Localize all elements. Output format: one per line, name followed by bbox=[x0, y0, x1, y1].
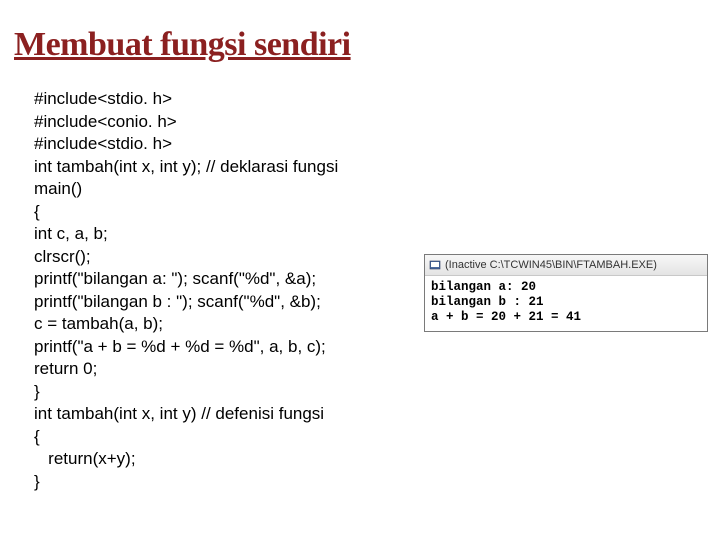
code-line: c = tambah(a, b); bbox=[34, 314, 163, 333]
code-line: } bbox=[34, 472, 40, 491]
terminal-output: bilangan a: 20 bilangan b : 21 a + b = 2… bbox=[425, 276, 707, 331]
code-line: printf("bilangan a: "); scanf("%d", &a); bbox=[34, 269, 316, 288]
code-line: } bbox=[34, 382, 40, 401]
code-line: clrscr(); bbox=[34, 247, 91, 266]
code-line: int tambah(int x, int y); // deklarasi f… bbox=[34, 157, 338, 176]
terminal-caption: (Inactive C:\TCWIN45\BIN\FTAMBAH.EXE) bbox=[445, 259, 657, 271]
code-line: #include<stdio. h> bbox=[34, 89, 172, 108]
slide-title: Membuat fungsi sendiri bbox=[14, 26, 351, 64]
code-block: #include<stdio. h> #include<conio. h> #i… bbox=[34, 88, 338, 493]
code-line: printf("bilangan b : "); scanf("%d", &b)… bbox=[34, 292, 321, 311]
terminal-window: (Inactive C:\TCWIN45\BIN\FTAMBAH.EXE) bi… bbox=[424, 254, 708, 332]
code-line: int tambah(int x, int y) // defenisi fun… bbox=[34, 404, 324, 423]
app-icon bbox=[429, 259, 441, 271]
code-line: printf("a + b = %d + %d = %d", a, b, c); bbox=[34, 337, 326, 356]
code-line: #include<stdio. h> bbox=[34, 134, 172, 153]
code-line: main() bbox=[34, 179, 82, 198]
code-line: int c, a, b; bbox=[34, 224, 108, 243]
code-line: return(x+y); bbox=[34, 449, 136, 468]
terminal-line: bilangan b : 21 bbox=[431, 295, 544, 309]
terminal-line: bilangan a: 20 bbox=[431, 280, 536, 294]
terminal-line: a + b = 20 + 21 = 41 bbox=[431, 310, 581, 324]
code-line: return 0; bbox=[34, 359, 97, 378]
code-line: { bbox=[34, 427, 40, 446]
terminal-titlebar: (Inactive C:\TCWIN45\BIN\FTAMBAH.EXE) bbox=[425, 255, 707, 276]
code-line: { bbox=[34, 202, 40, 221]
code-line: #include<conio. h> bbox=[34, 112, 177, 131]
